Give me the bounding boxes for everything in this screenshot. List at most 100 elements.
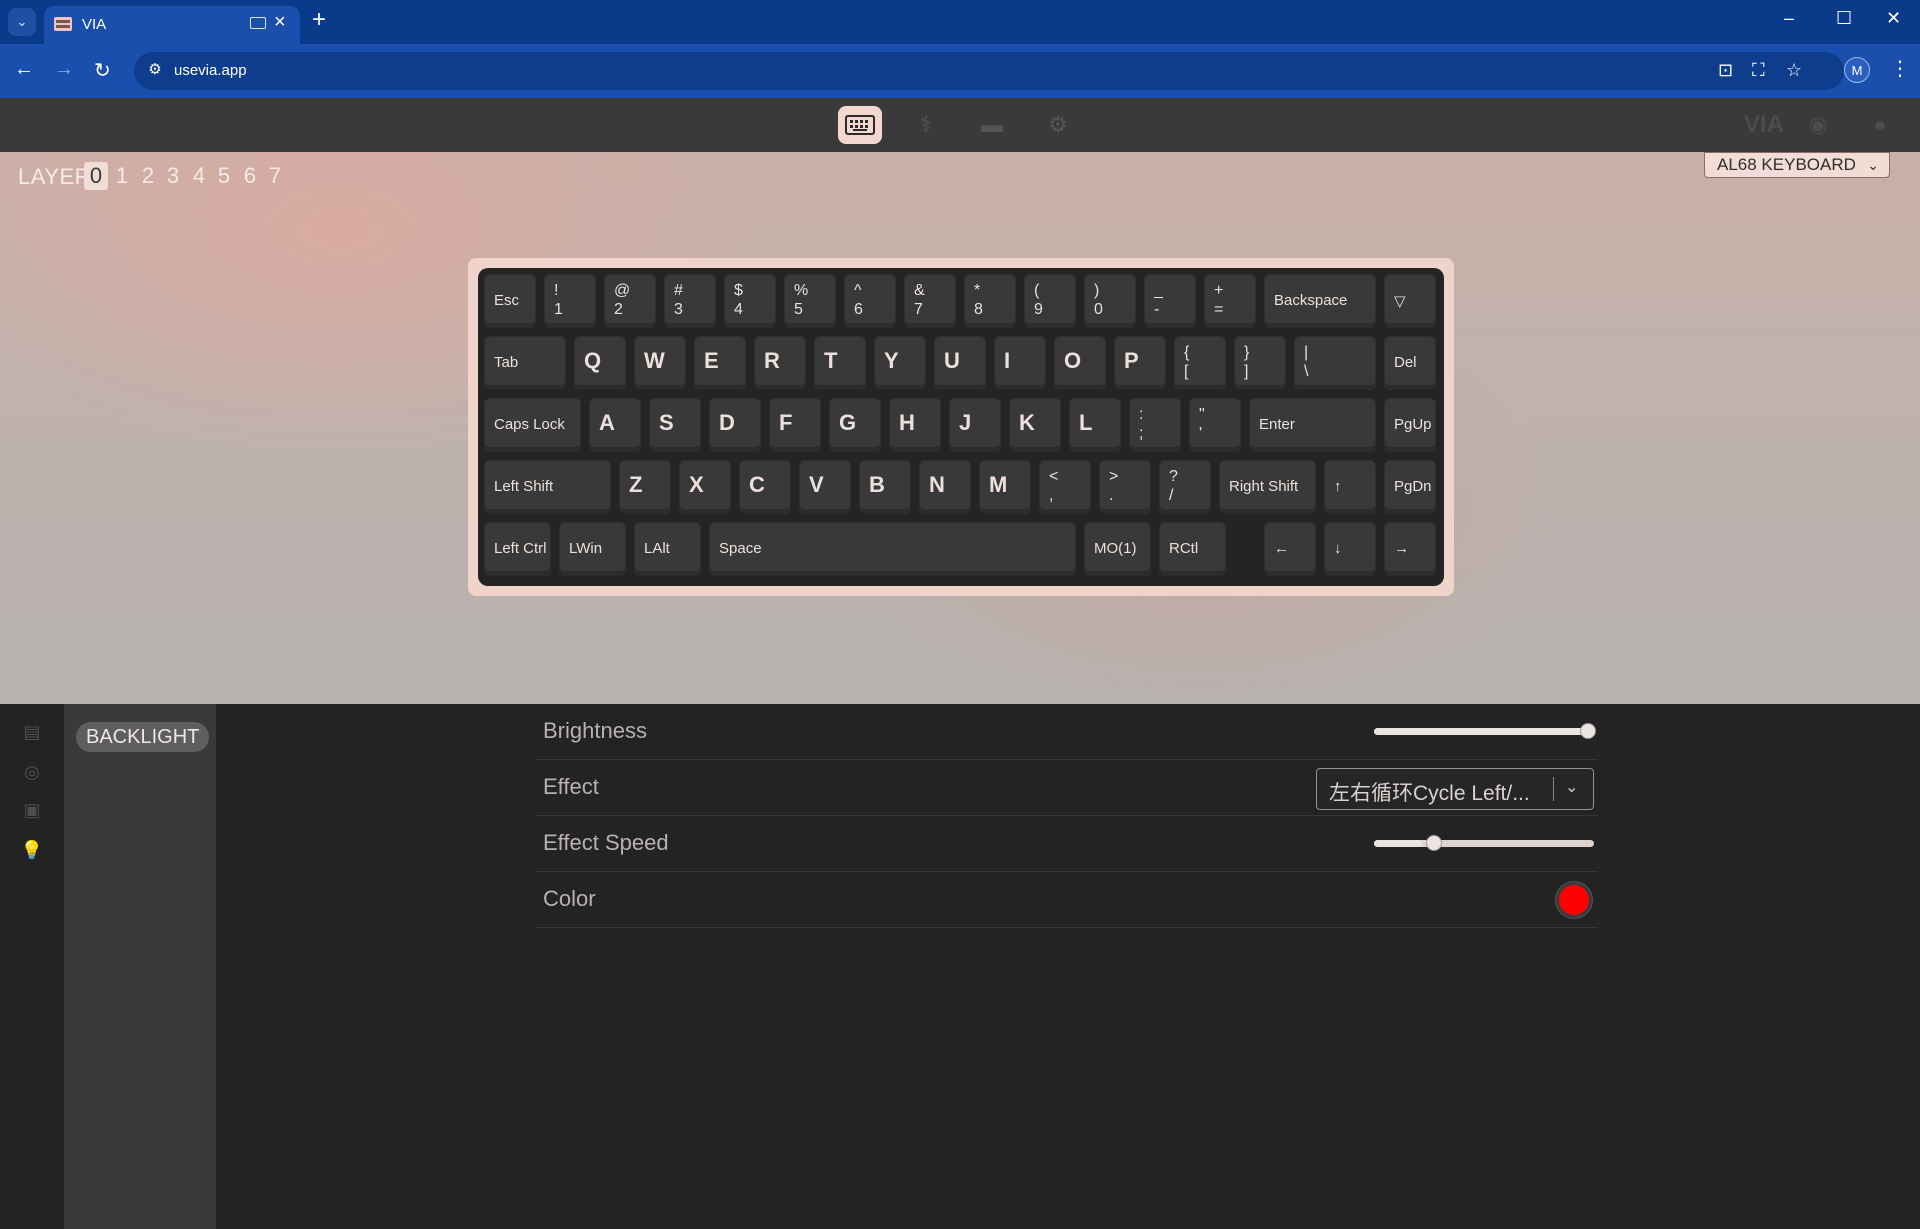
key-down-arrow[interactable]: ↓ <box>1324 522 1376 576</box>
key-lalt[interactable]: LAlt <box>634 522 701 576</box>
key-i[interactable]: I <box>994 336 1046 390</box>
key-b[interactable]: B <box>859 460 911 514</box>
address-bar[interactable]: ⚙ usevia.app ⊡ ⛶ ☆ <box>134 52 1844 90</box>
macros-menu-icon[interactable]: ◎ <box>20 762 44 786</box>
github-icon[interactable]: ● <box>1858 106 1902 144</box>
settings-gear-icon[interactable]: ⚙ <box>1036 106 1080 144</box>
tab-search-button[interactable]: ⌄ <box>8 8 36 36</box>
key-8[interactable]: * 8 <box>964 274 1016 328</box>
minimize-icon[interactable]: – <box>1784 8 1794 29</box>
install-app-icon[interactable]: ⊡ <box>1718 60 1733 81</box>
bookmark-star-icon[interactable]: ☆ <box>1786 60 1802 81</box>
discord-icon[interactable]: ◉ <box>1796 106 1840 144</box>
layer-6[interactable]: 6 <box>238 162 262 190</box>
key-5[interactable]: % 5 <box>784 274 836 328</box>
profile-avatar[interactable]: M <box>1844 57 1870 83</box>
layer-0[interactable]: 0 <box>84 162 108 190</box>
key-equals[interactable]: + = <box>1204 274 1256 328</box>
brightness-knob[interactable] <box>1580 723 1596 739</box>
effect-select[interactable]: 左右循环Cycle Left/... ⌄ <box>1316 768 1594 810</box>
key-slash[interactable]: ? / <box>1159 460 1211 514</box>
key-right-shift[interactable]: Right Shift <box>1219 460 1316 514</box>
key-k[interactable]: K <box>1009 398 1061 452</box>
key-y[interactable]: Y <box>874 336 926 390</box>
key-f[interactable]: F <box>769 398 821 452</box>
reload-icon[interactable]: ↻ <box>94 58 111 83</box>
key-enter[interactable]: Enter <box>1249 398 1376 452</box>
key-2[interactable]: @2 <box>604 274 656 328</box>
window-close-icon[interactable]: ✕ <box>1886 8 1901 29</box>
back-icon[interactable]: ← <box>14 58 34 81</box>
tab-close-icon[interactable]: × <box>274 11 286 34</box>
maximize-icon[interactable]: ☐ <box>1836 8 1852 29</box>
key-space[interactable]: Space <box>709 522 1076 576</box>
key-rctl[interactable]: RCtl <box>1159 522 1226 576</box>
key-r[interactable]: R <box>754 336 806 390</box>
key-esc[interactable]: Esc <box>484 274 536 328</box>
key-n[interactable]: N <box>919 460 971 514</box>
key-c[interactable]: C <box>739 460 791 514</box>
color-swatch[interactable] <box>1556 882 1592 918</box>
key-h[interactable]: H <box>889 398 941 452</box>
key-j[interactable]: J <box>949 398 1001 452</box>
configure-keyboard-icon[interactable] <box>838 106 882 144</box>
key-3[interactable]: #3 <box>664 274 716 328</box>
key-del[interactable]: Del <box>1384 336 1436 390</box>
key-semicolon[interactable]: :; <box>1129 398 1181 452</box>
effect-speed-slider[interactable] <box>1374 835 1594 851</box>
browser-tab[interactable]: VIA × <box>44 6 300 44</box>
layer-3[interactable]: 3 <box>161 162 185 190</box>
key-7[interactable]: & 7 <box>904 274 956 328</box>
key-w[interactable]: W <box>634 336 686 390</box>
key-left-shift[interactable]: Left Shift <box>484 460 611 514</box>
key-o[interactable]: O <box>1054 336 1106 390</box>
brightness-slider[interactable] <box>1374 723 1596 739</box>
key-minus[interactable]: _ - <box>1144 274 1196 328</box>
key-m[interactable]: M <box>979 460 1031 514</box>
key-a[interactable]: A <box>589 398 641 452</box>
key-g[interactable]: G <box>829 398 881 452</box>
site-info-icon[interactable]: ⚙ <box>144 60 166 82</box>
key-tab[interactable]: Tab <box>484 336 566 390</box>
key-6[interactable]: ^ 6 <box>844 274 896 328</box>
backlight-menu-item[interactable]: BACKLIGHT <box>76 722 210 752</box>
key-0[interactable]: ) 0 <box>1084 274 1136 328</box>
key-x[interactable]: X <box>679 460 731 514</box>
save-load-menu-icon[interactable]: ▣ <box>20 800 44 824</box>
key-p[interactable]: P <box>1114 336 1166 390</box>
translate-icon[interactable]: ⛶ <box>1752 60 1765 81</box>
effect-speed-knob[interactable] <box>1426 835 1442 851</box>
key-left-ctrl[interactable]: Left Ctrl <box>484 522 551 576</box>
key-backslash[interactable]: | \ <box>1294 336 1376 390</box>
browser-menu-icon[interactable]: ⋮ <box>1890 56 1910 81</box>
lightbulb-icon[interactable]: 💡 <box>20 840 44 864</box>
key-1[interactable]: ! 1 <box>544 274 596 328</box>
key-4[interactable]: $4 <box>724 274 776 328</box>
layer-1[interactable]: 1 <box>110 162 134 190</box>
key-tester-stethoscope-icon[interactable]: ⚕ <box>904 106 948 144</box>
key-left-arrow[interactable]: ← <box>1264 522 1316 576</box>
key-period[interactable]: >. <box>1099 460 1151 514</box>
new-tab-button[interactable]: + <box>312 6 326 34</box>
layer-4[interactable]: 4 <box>187 162 211 190</box>
key-pgdn[interactable]: PgDn <box>1384 460 1436 514</box>
design-icon[interactable]: ▬ <box>970 106 1014 144</box>
key-backspace[interactable]: Backspace <box>1264 274 1376 328</box>
keymap-menu-icon[interactable]: ▤ <box>20 722 44 746</box>
key-right-arrow[interactable]: → <box>1384 522 1436 576</box>
via-logo-icon[interactable]: VIA <box>1734 106 1794 144</box>
forward-icon[interactable]: → <box>54 58 74 81</box>
layer-5[interactable]: 5 <box>212 162 236 190</box>
key-quote[interactable]: " ' <box>1189 398 1241 452</box>
key-left-bracket[interactable]: {[ <box>1174 336 1226 390</box>
key-e[interactable]: E <box>694 336 746 390</box>
key-z[interactable]: Z <box>619 460 671 514</box>
key-s[interactable]: S <box>649 398 701 452</box>
layer-2[interactable]: 2 <box>136 162 160 190</box>
key-right-bracket[interactable]: }] <box>1234 336 1286 390</box>
key-caps-lock[interactable]: Caps Lock <box>484 398 581 452</box>
keyboard-select[interactable]: AL68 KEYBOARD ⌄ <box>1704 152 1890 178</box>
key-encoder[interactable]: ▽ <box>1384 274 1436 328</box>
key-q[interactable]: Q <box>574 336 626 390</box>
key-pgup[interactable]: PgUp <box>1384 398 1436 452</box>
